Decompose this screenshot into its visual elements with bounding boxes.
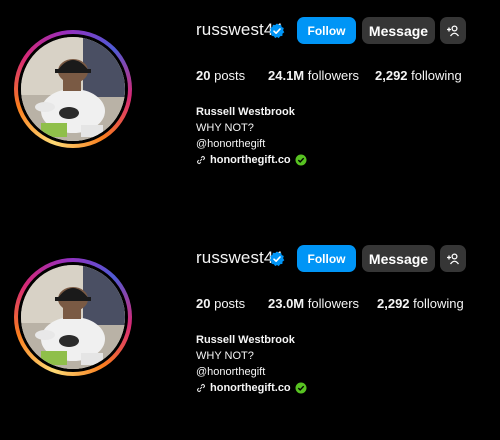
link-icon xyxy=(196,383,206,393)
verified-badge-icon xyxy=(269,23,285,39)
bio: Russell Westbrook WHY NOT? @honorthegift… xyxy=(196,332,311,396)
bio-text: WHY NOT? xyxy=(196,122,254,134)
posts-stat[interactable]: 20 posts xyxy=(196,68,245,83)
posts-stat[interactable]: 20 posts xyxy=(196,296,245,311)
profile-link[interactable]: honorthegift.co xyxy=(196,380,311,396)
following-stat[interactable]: 2,292 following xyxy=(375,68,462,83)
following-stat[interactable]: 2,292 following xyxy=(377,296,464,311)
add-person-button[interactable] xyxy=(440,17,466,44)
bio-text: WHY NOT? xyxy=(196,350,254,362)
followers-stat[interactable]: 23.0M followers xyxy=(268,296,359,311)
full-name: Russell Westbrook xyxy=(196,334,295,346)
avatar xyxy=(21,265,125,369)
link-verified-icon xyxy=(295,382,307,394)
follow-button[interactable]: Follow xyxy=(297,245,356,272)
profile-header: russwest44 Follow Message 20 posts 23.0M… xyxy=(0,228,500,428)
story-ring[interactable] xyxy=(14,258,132,376)
message-button[interactable]: Message xyxy=(362,17,435,44)
bio: Russell Westbrook WHY NOT? @honorthegift… xyxy=(196,104,311,168)
handle-mention[interactable]: @honorthegift xyxy=(196,136,311,152)
followers-stat[interactable]: 24.1M followers xyxy=(268,68,359,83)
profile-header: russwest44 Follow Message 20 posts 24.1M… xyxy=(0,0,500,200)
link-icon xyxy=(196,155,206,165)
add-person-icon xyxy=(447,252,460,264)
add-person-button[interactable] xyxy=(440,245,466,272)
handle-mention[interactable]: @honorthegift xyxy=(196,364,311,380)
add-person-icon xyxy=(447,24,460,36)
profile-link[interactable]: honorthegift.co xyxy=(196,152,311,168)
follow-button[interactable]: Follow xyxy=(297,17,356,44)
full-name: Russell Westbrook xyxy=(196,106,295,118)
verified-badge-icon xyxy=(269,251,285,267)
avatar xyxy=(21,37,125,141)
message-button[interactable]: Message xyxy=(362,245,435,272)
link-verified-icon xyxy=(295,154,307,166)
story-ring[interactable] xyxy=(14,30,132,148)
